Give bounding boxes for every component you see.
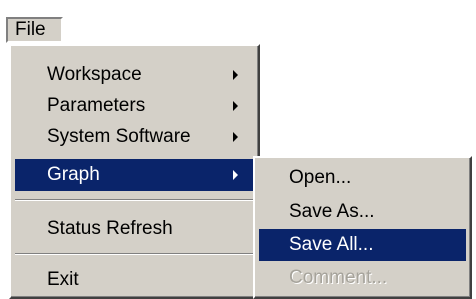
submenu-item-open[interactable]: Open... [259, 162, 466, 194]
submenu-arrow-icon [233, 101, 238, 111]
menubar-file[interactable]: File [6, 17, 63, 43]
menu-item-label: Workspace [47, 64, 142, 85]
menu-separator [15, 199, 254, 201]
file-menu: Workspace Parameters System Software Gra… [9, 44, 260, 299]
submenu-item-save-as[interactable]: Save As... [259, 196, 466, 228]
submenu-arrow-icon [233, 170, 238, 180]
menu-item-label: Status Refresh [47, 218, 173, 239]
menubar-file-label: File [15, 19, 46, 40]
submenu-arrow-icon [233, 70, 238, 80]
menu-item-label: Graph [47, 164, 100, 185]
menu-item-label: Comment... [289, 267, 388, 288]
menu-item-label: Open... [289, 167, 352, 188]
menu-item-label: Save All... [289, 234, 374, 255]
menu-item-label: Parameters [47, 95, 146, 116]
menu-item-parameters[interactable]: Parameters [15, 90, 254, 122]
submenu-arrow-icon [233, 132, 238, 142]
graph-submenu: Open... Save As... Save All... Comment..… [253, 156, 472, 299]
menu-item-system-software[interactable]: System Software [15, 121, 254, 153]
menu-item-label: Save As... [289, 201, 375, 222]
menu-item-exit[interactable]: Exit [15, 264, 254, 296]
menu-separator [15, 253, 254, 255]
menu-item-graph[interactable]: Graph [15, 159, 254, 191]
menu-item-label: Exit [47, 269, 79, 290]
menu-item-workspace[interactable]: Workspace [15, 59, 254, 91]
submenu-item-save-all[interactable]: Save All... [259, 229, 466, 261]
menu-item-label: System Software [47, 126, 191, 147]
menu-item-status-refresh[interactable]: Status Refresh [15, 213, 254, 245]
submenu-item-comment: Comment... [259, 262, 466, 294]
